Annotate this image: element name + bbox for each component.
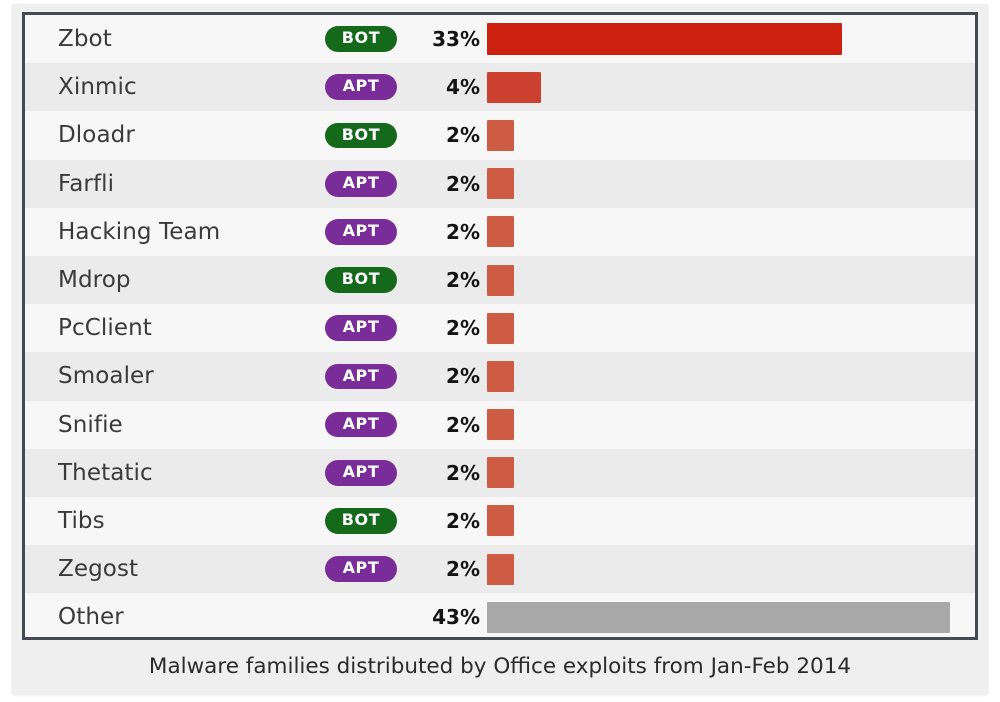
percentage-value: 2% [446,123,480,148]
bar [487,409,514,441]
table-row[interactable]: Hacking Team APT 2% [25,207,975,256]
bar [487,71,541,103]
malware-family-name: Dloadr [58,122,135,149]
malware-family-name: Smoaler [58,363,154,390]
malware-family-name: Zegost [58,556,139,583]
malware-family-name: PcClient [58,315,152,342]
status-badge: APT [325,315,397,342]
table-row[interactable]: Zegost APT 2% [25,545,975,594]
status-badge: APT [325,170,397,197]
bar-cell [487,160,971,208]
percentage-value: 4% [446,75,480,100]
status-badge: APT [325,411,397,438]
malware-family-name: Farfli [58,170,115,197]
category-badge-cell: APT [311,401,411,449]
percentage-value: 2% [446,508,480,533]
bar [487,601,950,633]
percentage-value: 2% [446,364,480,389]
status-badge: APT [325,556,397,583]
table-row[interactable]: Snifie APT 2% [25,400,975,449]
bar [487,264,514,296]
table-row[interactable]: Zbot BOT 33% [25,15,975,64]
percentage-value: 43% [432,605,480,630]
table-row[interactable]: Tibs BOT 2% [25,496,975,546]
status-badge: BOT [325,122,397,149]
bar-cell [487,449,971,497]
bar-cell [487,352,971,400]
bar [487,457,514,489]
bar [487,505,514,537]
bar-cell [487,15,971,63]
bar [487,23,842,56]
status-badge: BOT [325,508,397,534]
percentage-value: 2% [446,268,480,293]
status-badge: APT [325,218,397,245]
bar [487,216,514,248]
percentage-value: 2% [446,316,480,341]
table-row[interactable]: Mdrop BOT 2% [25,255,975,305]
table-row[interactable]: Smoaler APT 2% [25,352,975,401]
status-badge: APT [325,363,397,390]
malware-family-name: Other [58,604,124,631]
percentage-value: 2% [446,412,480,437]
category-badge-cell: BOT [311,497,411,545]
page-root: Zbot BOT 33% Xinmic APT 4% Dloadr BOT 2% Farfli AP… [0,0,1000,702]
chart-caption: Malware families distributed by Office e… [148,653,852,679]
bar-cell [487,593,971,637]
status-badge: BOT [325,26,397,52]
category-badge-cell: APT [311,352,411,400]
percentage-value: 2% [446,557,480,582]
bar-cell [487,401,971,449]
percentage-value: 2% [446,219,480,244]
category-badge-cell: APT [311,449,411,497]
status-badge: BOT [325,267,397,293]
status-badge: APT [325,459,397,486]
bar [487,168,514,200]
malware-family-name: Mdrop [58,267,131,294]
bar-cell [487,545,971,593]
percentage-value: 2% [446,460,480,485]
bar [487,360,514,392]
category-badge-cell: BOT [311,256,411,304]
category-badge-cell: BOT [311,15,411,63]
bar-cell [487,208,971,256]
malware-family-name: Tibs [58,507,105,534]
malware-family-name: Thetatic [58,459,153,486]
category-badge-cell: APT [311,63,411,111]
malware-family-chart: Zbot BOT 33% Xinmic APT 4% Dloadr BOT 2% Farfli AP… [22,12,978,640]
category-badge-cell: APT [311,208,411,256]
percentage-value: 2% [446,171,480,196]
bar-cell [487,256,971,304]
category-badge-cell: APT [311,304,411,352]
category-badge-cell: BOT [311,111,411,159]
bar [487,553,514,585]
malware-family-name: Snifie [58,411,123,438]
table-row[interactable]: Dloadr BOT 2% [25,111,975,160]
table-row[interactable]: Farfli APT 2% [25,159,975,208]
bar-cell [487,497,971,545]
table-row[interactable]: Other 43% [25,593,975,637]
bar [487,119,514,151]
table-row[interactable]: PcClient APT 2% [25,304,975,353]
malware-family-name: Hacking Team [58,218,221,245]
bar-cell [487,63,971,111]
malware-family-name: Zbot [58,26,112,53]
bar-cell [487,111,971,159]
category-badge-cell [311,593,411,637]
bar-cell [487,304,971,352]
percentage-value: 33% [432,27,480,52]
status-badge: APT [325,74,397,101]
table-row[interactable]: Thetatic APT 2% [25,448,975,497]
malware-family-name: Xinmic [58,74,137,101]
bar [487,312,514,344]
category-badge-cell: APT [311,545,411,593]
chart-row-list: Zbot BOT 33% Xinmic APT 4% Dloadr BOT 2% Farfli AP… [25,15,975,637]
category-badge-cell: APT [311,160,411,208]
table-row[interactable]: Xinmic APT 4% [25,63,975,112]
